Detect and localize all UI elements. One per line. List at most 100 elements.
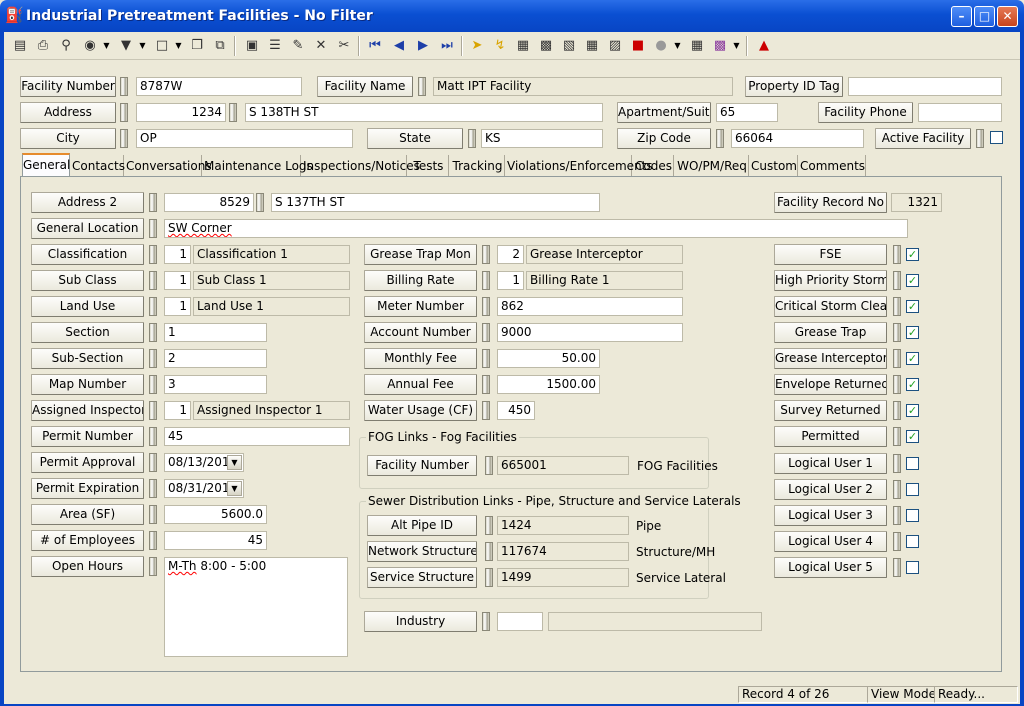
monthly-fee-field[interactable]: 50.00	[497, 349, 600, 368]
edit-pencil-icon[interactable]: ✎	[288, 36, 308, 56]
permitted-button[interactable]: Permitted	[774, 426, 887, 447]
lookup-grip[interactable]	[482, 297, 490, 316]
tab-custom[interactable]: Custom	[751, 155, 798, 177]
lookup-grip[interactable]	[149, 323, 157, 342]
lookup-grip[interactable]	[482, 349, 490, 368]
lookup-grip[interactable]	[149, 531, 157, 550]
lookup-grip[interactable]	[893, 401, 901, 420]
logical-user-2-checkbox[interactable]	[906, 483, 919, 496]
annual-fee-button[interactable]: Annual Fee	[364, 374, 477, 395]
lookup-grip[interactable]	[149, 193, 157, 212]
permit-approval-date-picker[interactable]: 08/13/2012 ▼	[164, 453, 244, 472]
employees-field[interactable]: 45	[164, 531, 267, 550]
state-button[interactable]: State	[367, 128, 463, 149]
employees-button[interactable]: # of Employees	[31, 530, 144, 551]
fog-facility-number-button[interactable]: Facility Number	[367, 455, 477, 476]
open-hours-textarea[interactable]: M-Th 8:00 - 5:00	[164, 557, 348, 657]
lookup-grip[interactable]	[468, 129, 476, 148]
land-use-desc-field[interactable]: Land Use 1	[193, 297, 350, 316]
lookup-grip[interactable]	[893, 245, 901, 264]
service-structure-field[interactable]: 1499	[497, 568, 629, 587]
billing-rate-code-field[interactable]: 1	[497, 271, 524, 290]
logical-user-2-button[interactable]: Logical User 2	[774, 479, 887, 500]
map-view-icon[interactable]: ▧	[559, 36, 579, 56]
city-button[interactable]: City	[20, 128, 116, 149]
grease-trap-button[interactable]: Grease Trap	[774, 322, 887, 343]
grease-interceptor-button[interactable]: Grease Interceptor	[774, 348, 887, 369]
high-priority-storm-checkbox[interactable]: ✓	[906, 274, 919, 287]
section-field[interactable]: 1	[164, 323, 267, 342]
sub-class-desc-field[interactable]: Sub Class 1	[193, 271, 350, 290]
assigned-inspector-button[interactable]: Assigned Inspector	[31, 400, 144, 421]
sub-section-field[interactable]: 2	[164, 349, 267, 368]
industry-button[interactable]: Industry	[364, 611, 477, 632]
logical-user-5-checkbox[interactable]	[906, 561, 919, 574]
lookup-grip[interactable]	[893, 427, 901, 446]
network-icon[interactable]: ▩	[536, 36, 556, 56]
survey-returned-button[interactable]: Survey Returned	[774, 400, 887, 421]
calculator-icon[interactable]: ▦	[582, 36, 602, 56]
active-facility-button[interactable]: Active Facility	[875, 128, 971, 149]
go-arrow-icon[interactable]: ➤	[467, 36, 487, 56]
binoculars-icon[interactable]: ◉	[80, 36, 100, 56]
lookup-grip[interactable]	[485, 516, 493, 535]
print-preview-icon[interactable]: ⚲	[56, 36, 76, 56]
lookup-grip[interactable]	[893, 375, 901, 394]
tab-tracking[interactable]: Tracking	[451, 155, 505, 177]
meter-number-field[interactable]: 862	[497, 297, 683, 316]
grease-trap-mon-code-field[interactable]: 2	[497, 245, 524, 264]
last-record-icon[interactable]: ⏭	[437, 36, 457, 56]
permit-number-button[interactable]: Permit Number	[31, 426, 144, 447]
save-icon[interactable]: ▣	[242, 36, 262, 56]
lookup-grip[interactable]	[418, 77, 426, 96]
sub-section-button[interactable]: Sub-Section	[31, 348, 144, 369]
state-field[interactable]: KS	[481, 129, 603, 148]
fse-button[interactable]: FSE	[774, 244, 887, 265]
lookup-grip[interactable]	[149, 349, 157, 368]
logical-user-3-checkbox[interactable]	[906, 509, 919, 522]
lookup-grip[interactable]	[482, 401, 490, 420]
lookup-grip[interactable]	[149, 219, 157, 238]
lookup-grip[interactable]	[716, 129, 724, 148]
permit-approval-button[interactable]: Permit Approval	[31, 452, 144, 473]
facility-phone-field[interactable]	[918, 103, 1002, 122]
water-usage-field[interactable]: 450	[497, 401, 535, 420]
chevron-down-icon[interactable]: ▼	[138, 36, 147, 56]
zip-code-button[interactable]: Zip Code	[617, 128, 711, 149]
tab-codes[interactable]: Codes	[634, 155, 674, 177]
address-button[interactable]: Address	[20, 102, 116, 123]
annual-fee-field[interactable]: 1500.00	[497, 375, 600, 394]
print-icon[interactable]: ⎙	[33, 36, 53, 56]
address-2-street-field[interactable]: S 137TH ST	[271, 193, 600, 212]
alt-pipe-id-field[interactable]: 1424	[497, 516, 629, 535]
next-record-icon[interactable]: ▶	[413, 36, 433, 56]
survey-returned-checkbox[interactable]: ✓	[906, 404, 919, 417]
filter-icon[interactable]: ▼	[116, 36, 136, 56]
network-structure-field[interactable]: 117674	[497, 542, 629, 561]
list-view-icon[interactable]: ▤	[10, 36, 30, 56]
lookup-grip[interactable]	[976, 129, 984, 148]
lookup-grip[interactable]	[256, 193, 264, 212]
lookup-grip[interactable]	[149, 505, 157, 524]
classification-desc-field[interactable]: Classification 1	[193, 245, 350, 264]
lookup-grip[interactable]	[482, 612, 490, 631]
lookup-grip[interactable]	[149, 271, 157, 290]
logical-user-3-button[interactable]: Logical User 3	[774, 505, 887, 526]
truck-icon[interactable]: ■	[628, 36, 648, 56]
logical-user-1-button[interactable]: Logical User 1	[774, 453, 887, 474]
area-button[interactable]: Area (SF)	[31, 504, 144, 525]
lookup-grip[interactable]	[893, 558, 901, 577]
logical-user-4-button[interactable]: Logical User 4	[774, 531, 887, 552]
lookup-grip[interactable]	[482, 271, 490, 290]
exit-icon[interactable]: ▲	[754, 36, 774, 56]
facility-record-no-button[interactable]: Facility Record No	[774, 192, 887, 213]
envelope-returned-checkbox[interactable]: ✓	[906, 378, 919, 391]
active-facility-checkbox[interactable]	[990, 131, 1003, 144]
lookup-grip[interactable]	[893, 323, 901, 342]
land-use-button[interactable]: Land Use	[31, 296, 144, 317]
lookup-grip[interactable]	[149, 557, 157, 576]
general-location-button[interactable]: General Location	[31, 218, 144, 239]
lookup-grip[interactable]	[482, 323, 490, 342]
service-structure-button[interactable]: Service Structure	[367, 567, 477, 588]
account-number-button[interactable]: Account Number	[364, 322, 477, 343]
